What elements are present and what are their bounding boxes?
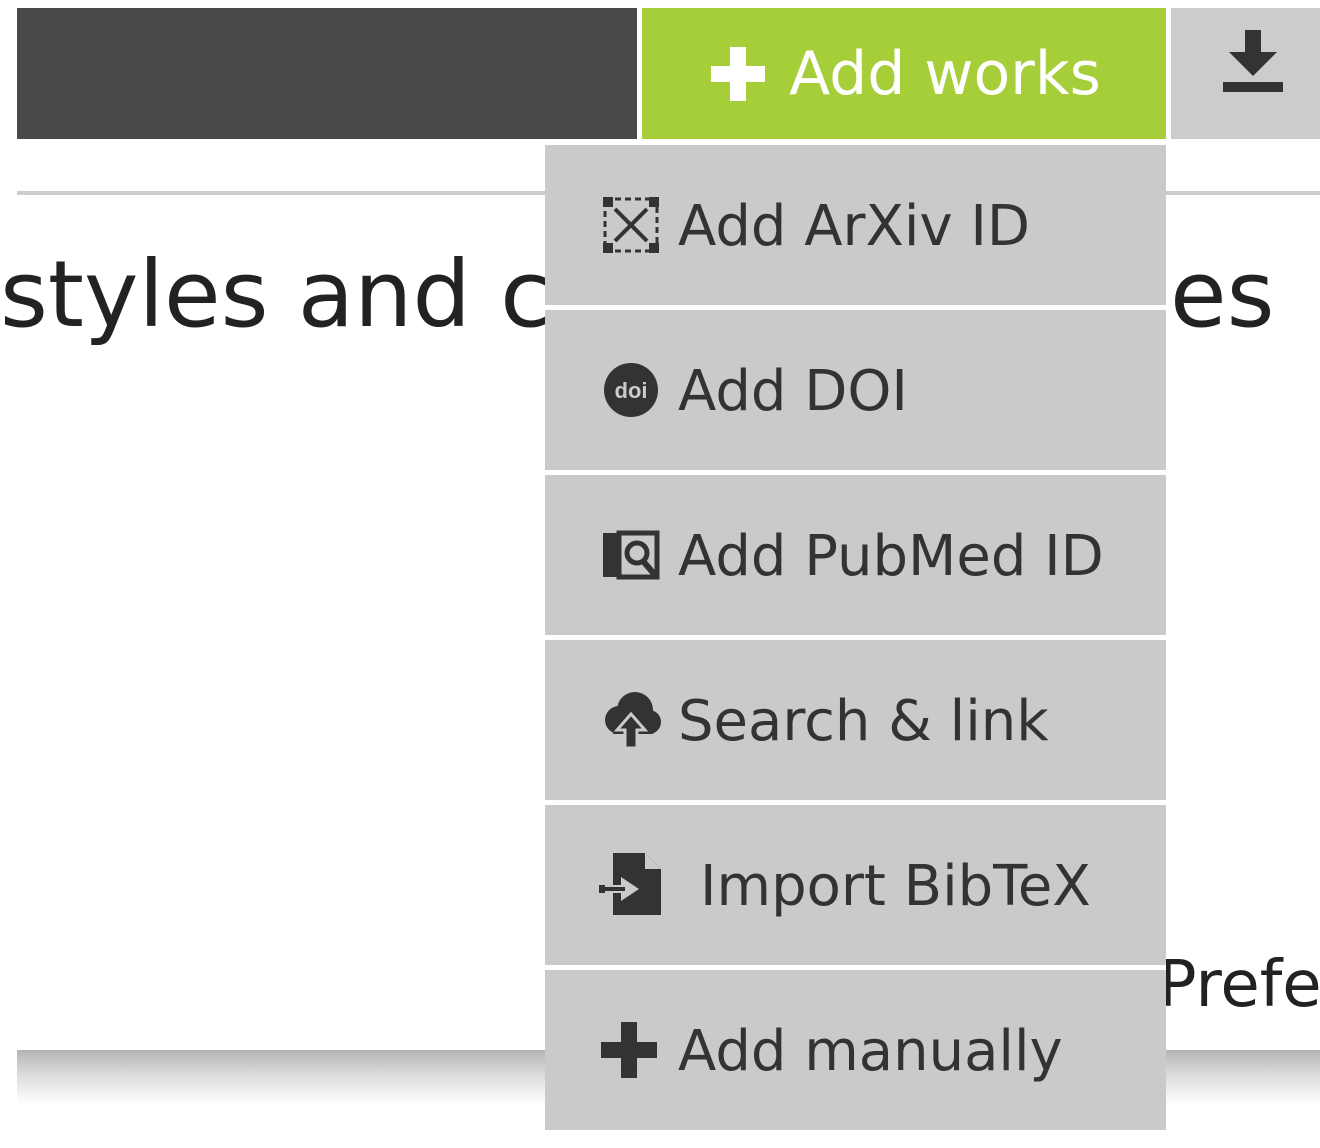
background-heading-left: styles and ch [0, 241, 610, 348]
download-button[interactable] [1171, 8, 1320, 139]
menu-item-add-doi[interactable]: doi Add DOI [545, 310, 1166, 470]
pubmed-icon [603, 530, 660, 580]
plus-icon [711, 46, 766, 101]
menu-item-label: Search & link [678, 689, 1049, 754]
menu-item-import-bibtex[interactable]: Import BibTeX [545, 805, 1166, 965]
dark-header-bar [17, 8, 637, 139]
plus-icon [601, 1022, 657, 1078]
menu-item-label: Add manually [678, 1019, 1063, 1084]
background-heading-right: es [1170, 241, 1275, 348]
page: Add works styles and ch es Prefer Add Ar… [0, 0, 1320, 1148]
svg-text:doi: doi [615, 378, 648, 403]
menu-item-add-arxiv-id[interactable]: Add ArXiv ID [545, 145, 1166, 305]
menu-item-label: Add ArXiv ID [678, 194, 1031, 259]
add-works-dropdown-menu: Add ArXiv ID doi Add DOI Add PubMed ID S… [545, 145, 1166, 1130]
file-import-icon [599, 853, 661, 915]
menu-item-label: Import BibTeX [700, 854, 1091, 919]
menu-item-add-pubmed-id[interactable]: Add PubMed ID [545, 475, 1166, 635]
add-works-label: Add works [789, 38, 1101, 109]
arxiv-icon [603, 197, 659, 253]
background-text-partial: Prefer [1158, 948, 1320, 1022]
download-icon [1223, 30, 1283, 92]
cloud-upload-icon [605, 692, 661, 750]
menu-item-add-manually[interactable]: Add manually [545, 970, 1166, 1130]
menu-item-label: Add PubMed ID [678, 524, 1104, 589]
menu-item-label: Add DOI [678, 359, 908, 424]
doi-icon: doi [604, 363, 658, 417]
menu-item-search-and-link[interactable]: Search & link [545, 640, 1166, 800]
add-works-button[interactable]: Add works [642, 8, 1166, 139]
